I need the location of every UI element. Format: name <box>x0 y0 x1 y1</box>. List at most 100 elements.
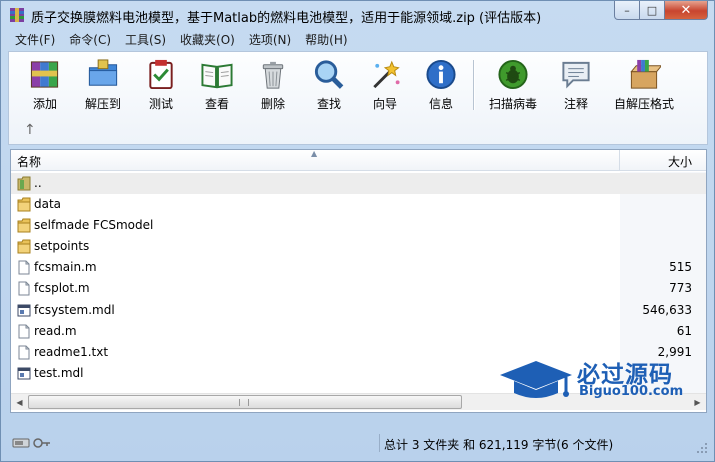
scrollbar-thumb[interactable] <box>28 395 462 409</box>
parent-folder-icon <box>17 176 31 191</box>
folder-icon <box>17 239 31 254</box>
view-icon <box>201 63 233 89</box>
extract-to-label: 解压到 <box>84 97 121 111</box>
test-button[interactable]: 测试 <box>133 56 189 112</box>
toolbar-buttons: 添加 解压到 测试 查看 删除 查找 向导 信息 扫描病毒 注释 自解压格式 <box>17 56 684 112</box>
file-name: fcsystem.mdl <box>34 302 115 317</box>
file-name: setpoints <box>34 239 90 254</box>
column-divider[interactable] <box>619 150 620 171</box>
resize-grip-icon[interactable] <box>696 442 708 454</box>
menu-tools[interactable]: 工具(S) <box>118 31 173 50</box>
wizard-label: 向导 <box>372 97 397 111</box>
info-label: 信息 <box>428 97 453 111</box>
file-rows: .. data selfmade FCSmodel setpoints fcsm <box>11 173 706 384</box>
menu-help[interactable]: 帮助(H) <box>298 31 354 50</box>
comment-label: 注释 <box>563 97 588 111</box>
list-item-parent[interactable]: .. <box>11 173 706 195</box>
status-bar: 总计 3 文件夹 和 621,119 字节(6 个文件) <box>8 432 708 454</box>
title-bar[interactable]: 质子交换膜燃料电池模型，基于Matlab的燃料电池模型，适用于能源领域.zip … <box>1 1 714 29</box>
info-button[interactable]: 信息 <box>413 56 469 112</box>
toolbar-separator <box>473 60 474 110</box>
extract-to-button[interactable]: 解压到 <box>73 56 133 112</box>
column-header-name[interactable]: 名称 <box>17 153 41 170</box>
file-name: test.mdl <box>34 365 84 380</box>
sfx-label: 自解压格式 <box>613 97 674 111</box>
list-item[interactable]: setpoints <box>11 236 706 257</box>
up-one-level-icon[interactable]: ↑ <box>24 122 36 138</box>
archive-window: 质子交换膜燃料电池模型，基于Matlab的燃料电池模型，适用于能源领域.zip … <box>0 0 715 462</box>
comment-icon <box>562 61 590 89</box>
file-name: selfmade FCSmodel <box>34 218 154 233</box>
add-label: 添加 <box>32 97 57 111</box>
winrar-app-icon <box>10 8 24 22</box>
document-icon <box>18 324 30 339</box>
file-name: .. <box>34 176 42 190</box>
sfx-button[interactable]: 自解压格式 <box>604 56 684 112</box>
file-size: 61 <box>676 323 692 338</box>
delete-icon <box>262 61 284 89</box>
file-name: fcsplot.m <box>34 281 90 296</box>
file-size: 515 <box>669 260 692 275</box>
file-size: 546,633 <box>642 302 692 317</box>
add-button[interactable]: 添加 <box>17 56 73 112</box>
toolbar: 添加 解压到 测试 查看 删除 查找 向导 信息 扫描病毒 注释 自解压格式 ↑ <box>8 51 708 145</box>
minimize-button[interactable]: – <box>614 1 640 20</box>
menu-favorites[interactable]: 收藏夹(O) <box>173 31 242 50</box>
column-header-size[interactable]: 大小 <box>668 153 692 170</box>
add-archive-icon <box>30 61 59 88</box>
list-item[interactable]: fcsmain.m 515 <box>11 257 706 278</box>
simulink-model-icon <box>17 304 31 317</box>
list-item[interactable]: fcsplot.m 773 <box>11 278 706 299</box>
file-name: fcsmain.m <box>34 260 97 275</box>
status-separator <box>379 434 380 452</box>
status-summary: 总计 3 文件夹 和 621,119 字节(6 个文件) <box>384 438 614 452</box>
sort-ascending-icon: ▲ <box>311 149 318 158</box>
view-button[interactable]: 查看 <box>189 56 245 112</box>
delete-label: 删除 <box>260 97 285 111</box>
close-button[interactable]: ✕ <box>665 1 708 20</box>
sfx-icon <box>630 59 661 89</box>
scroll-left-icon[interactable]: ◀ <box>11 394 28 411</box>
find-button[interactable]: 查找 <box>301 56 357 112</box>
delete-button[interactable]: 删除 <box>245 56 301 112</box>
file-name: read.m <box>34 323 77 338</box>
list-header: 名称 ▲ 大小 <box>11 150 706 171</box>
list-item[interactable]: fcsystem.mdl 546,633 <box>11 300 706 321</box>
virus-scan-icon <box>498 59 528 90</box>
maximize-button[interactable]: □ <box>640 1 665 20</box>
file-name: readme1.txt <box>34 344 109 359</box>
folder-icon <box>17 218 31 233</box>
list-item[interactable]: read.m 61 <box>11 321 706 342</box>
document-icon <box>18 345 30 360</box>
list-item[interactable]: selfmade FCSmodel <box>11 215 706 236</box>
file-size: 773 <box>669 281 692 296</box>
simulink-model-icon <box>17 367 31 380</box>
document-icon <box>18 260 30 275</box>
virus-scan-label: 扫描病毒 <box>488 97 537 111</box>
virus-scan-button[interactable]: 扫描病毒 <box>478 56 548 112</box>
menu-options[interactable]: 选项(N) <box>242 31 298 50</box>
view-label: 查看 <box>204 97 229 111</box>
menu-bar: 文件(F) 命令(C) 工具(S) 收藏夹(O) 选项(N) 帮助(H) <box>8 31 355 50</box>
menu-file[interactable]: 文件(F) <box>8 31 62 50</box>
menu-commands[interactable]: 命令(C) <box>62 31 118 50</box>
watermark: 必过源码 Biguo100.com <box>498 355 698 405</box>
document-icon <box>18 281 30 296</box>
test-label: 测试 <box>148 97 173 111</box>
test-icon <box>149 59 173 90</box>
file-name: data <box>34 197 62 212</box>
info-icon <box>426 59 456 90</box>
window-title: 质子交换膜燃料电池模型，基于Matlab的燃料电池模型，适用于能源领域.zip … <box>31 11 542 26</box>
list-item[interactable]: data <box>11 194 706 215</box>
find-icon <box>314 60 344 89</box>
comment-button[interactable]: 注释 <box>548 56 604 112</box>
graduation-cap-logo <box>500 361 572 398</box>
extract-to-icon <box>88 59 118 86</box>
wizard-button[interactable]: 向导 <box>357 56 413 112</box>
folder-icon <box>17 197 31 212</box>
find-label: 查找 <box>316 97 341 111</box>
wizard-icon <box>373 60 400 89</box>
watermark-url: Biguo100.com <box>579 384 684 399</box>
drive-key-icon[interactable] <box>12 436 52 450</box>
window-controls: – □ ✕ <box>614 1 708 20</box>
